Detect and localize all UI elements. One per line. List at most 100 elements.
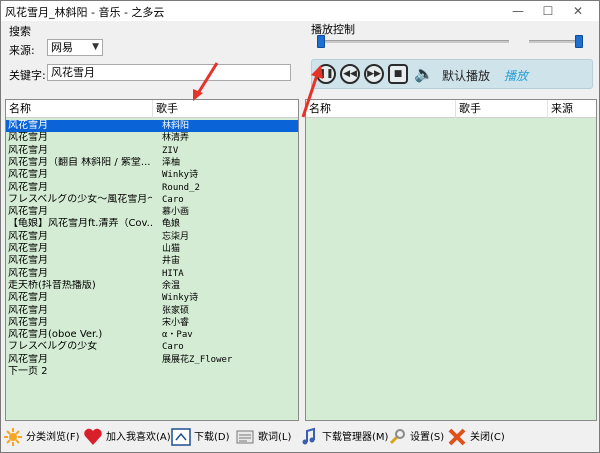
song-name: 风花雪月 [8,144,48,156]
add-favorite-label: 加入我喜欢(A) [106,432,171,443]
table-row[interactable]: 风花雪月(oboe Ver.) α・Pav [6,329,298,341]
minimize-button[interactable]: — [503,1,533,21]
song-artist: α・Pav [162,330,193,341]
chevron-down-icon: ▼ [92,42,99,52]
table-row[interactable]: フレスベルグの少女〜風花雪月〜 Caro [6,193,298,206]
source-label: 来源: [9,44,35,57]
volume-slider-thumb[interactable] [575,35,583,48]
song-artist: 井宙 [162,256,181,267]
download-button[interactable]: 下载(D) [171,427,230,449]
source-select[interactable]: 网易 ▼ [47,39,103,56]
song-name: フレスベルグの少女〜風花雪月〜 [8,193,152,205]
table-row[interactable]: 风花雪月 Winky诗 [6,169,298,181]
song-artist: 泽柚 [162,157,181,168]
table-row[interactable]: 风花雪月 Round_2 [6,181,298,194]
wrench-icon [389,429,405,445]
lyrics-button[interactable]: 歌词(L) [235,427,291,449]
browse-label: 分类浏览(F) [26,432,80,443]
download-icon [171,428,191,446]
title-bar: 风花雪月_林斜阳 - 音乐 - 之多云 — ☐ ✕ [1,1,599,21]
close-label: 关闭(C) [470,432,505,443]
previous-icon[interactable]: ◀◀ [340,64,360,84]
song-artist: Round_2 [162,182,200,193]
settings-label: 设置(S) [410,432,445,443]
add-favorite-button[interactable]: 加入我喜欢(A) [83,427,171,449]
playlist[interactable]: 名称 歌手 来源 [305,99,597,421]
table-row[interactable]: 风花雪月 山猫 [6,243,298,255]
song-artist: 林斜阳 [162,121,190,131]
sun-icon [4,428,22,446]
table-row[interactable]: 风花雪月 张家硕 [6,304,298,317]
song-artist: Caro [162,342,184,353]
song-name: 风花雪月 [8,181,48,193]
lyrics-label: 歌词(L) [258,432,292,443]
table-row[interactable]: 下一页 2 [6,366,298,378]
song-artist: ZIV [162,145,179,156]
song-artist: 忘柒月 [162,231,190,242]
song-artist: HITA [162,268,184,279]
song-name: 风花雪月 [8,316,48,328]
song-name: 风花雪月 [8,206,48,218]
song-artist: 山猫 [162,244,181,254]
song-artist: 展展花Z_Flower [162,354,233,365]
next-icon[interactable]: ▶▶ [364,64,384,84]
keyword-label: 关键字: [9,69,46,82]
song-name: 风花雪月(oboe Ver.) [8,329,103,341]
progress-slider-thumb[interactable] [317,35,325,48]
playback-controls: ❚❚ ◀◀ ▶▶ ■ 🔈 默认播放 播放 [311,59,593,89]
song-artist: Winky诗 [162,170,199,181]
close-icon [448,428,466,446]
song-name: 走天桥(抖音热播版) [8,279,96,291]
browse-button[interactable]: 分类浏览(F) [3,427,80,449]
song-name: 风花雪月 [8,243,48,254]
table-row[interactable]: 风花雪月 慕小画 [6,206,298,218]
table-row[interactable]: フレスベルグの少女 Caro [6,341,298,353]
playlist-column-name[interactable]: 名称 [306,100,456,118]
table-row[interactable]: 风花雪月 展展花Z_Flower [6,354,298,366]
table-row[interactable]: 风花雪月 井宙 [6,255,298,267]
playlist-column-source[interactable]: 来源 [548,100,596,118]
close-button[interactable]: 关闭(C) [447,427,505,449]
column-header-artist[interactable]: 歌手 [153,100,298,118]
heart-icon [84,428,102,445]
table-row[interactable]: 【龟娘】风花雪月ft.清弄（Cov... 龟娘 [6,218,298,230]
table-row[interactable]: 风花雪月 林清弄 [6,132,298,144]
song-artist: 余温 [162,280,181,291]
progress-slider-track[interactable] [317,40,509,43]
song-artist: 龟娘 [162,219,181,230]
song-name: 风花雪月 [8,267,48,279]
table-row[interactable]: 风花雪月 林斜阳 [6,120,298,132]
song-artist: Caro [162,194,184,205]
close-window-button[interactable]: ✕ [563,1,593,21]
table-row[interactable]: 走天桥(抖音热播版) 余温 [6,279,298,292]
table-row[interactable]: 风花雪月 Winky诗 [6,292,298,304]
column-header-name[interactable]: 名称 [6,100,153,118]
play-status-label: 播放 [504,69,529,83]
annotation-arrow-icon [193,62,219,101]
table-row[interactable]: 风花雪月 宋小睿 [6,316,298,329]
playlist-column-artist[interactable]: 歌手 [456,100,548,118]
search-results-list[interactable]: 名称 歌手 风花雪月 林斜阳 风花雪月 林清弄 风花雪月 ZIV 风花雪月（翻自 林斜阳 /… [5,99,299,421]
song-name: 风花雪月 [8,304,48,316]
song-name: 风花雪月 [8,292,48,304]
download-manager-button[interactable]: 下载管理器(M) [299,427,388,449]
window-title: 风花雪月_林斜阳 - 音乐 - 之多云 [5,6,165,19]
download-label: 下载(D) [194,432,230,443]
song-name: 风花雪月 [8,132,48,144]
song-artist: Winky诗 [162,293,199,304]
keyword-input[interactable]: 风花雪月 [47,64,291,81]
table-row[interactable]: 风花雪月（翻自 林斜阳 / 紫堂... 泽柚 [6,157,298,169]
default-play-label[interactable]: 默认播放 [442,67,490,84]
volume-icon[interactable]: 🔈 [414,64,434,83]
bottom-toolbar: 分类浏览(F) 加入我喜欢(A) 下载(D) 歌词(L) 下载管理器(M) 设置… [1,424,599,452]
table-row[interactable]: 风花雪月 忘柒月 [6,231,298,243]
song-artist: 张家硕 [162,305,190,316]
song-name: 【龟娘】风花雪月ft.清弄（Cov... [8,218,152,230]
download-manager-label: 下载管理器(M) [322,432,389,443]
maximize-button[interactable]: ☐ [533,1,563,21]
table-row[interactable]: 风花雪月 HITA [6,267,298,280]
song-name: 风花雪月 [8,255,48,267]
table-row[interactable]: 风花雪月 ZIV [6,144,298,157]
stop-icon[interactable]: ■ [388,64,408,84]
settings-button[interactable]: 设置(S) [387,427,444,449]
